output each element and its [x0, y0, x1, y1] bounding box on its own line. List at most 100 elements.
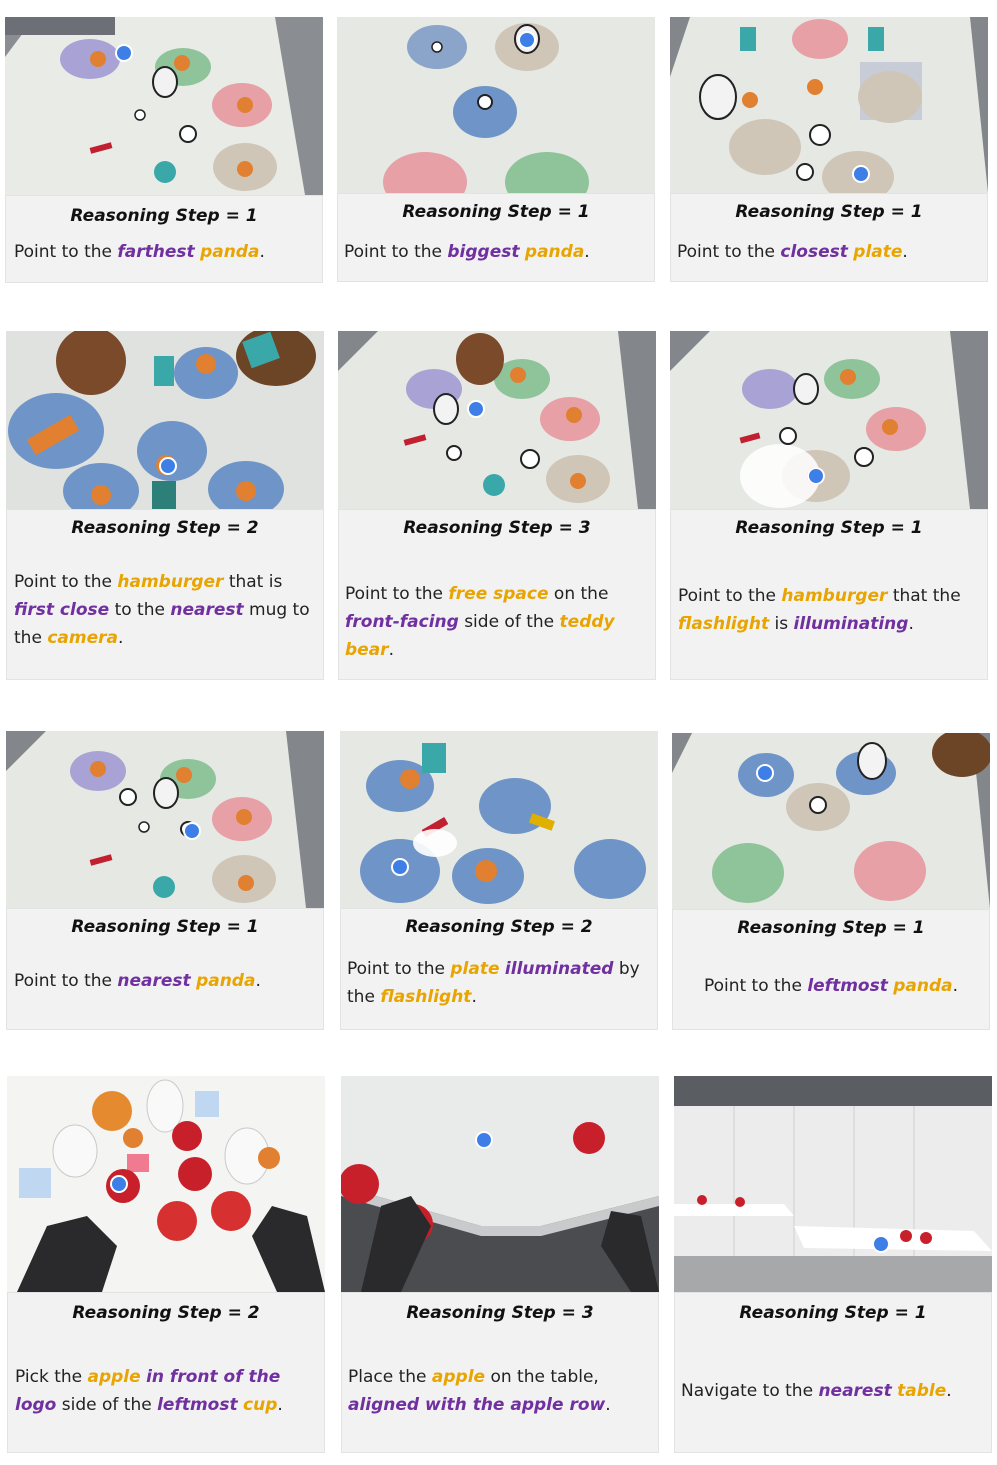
highlight-attribute: nearest [170, 600, 244, 620]
card-4: Reasoning Step = 2 Point to the hamburge… [6, 331, 324, 680]
instruction-segment: that is [223, 572, 283, 592]
caption-box: Reasoning Step = 3 Point to the free spa… [338, 509, 656, 680]
tabletop-scene-image [338, 331, 656, 509]
caption-box: Reasoning Step = 2 Point to the hamburge… [6, 509, 324, 680]
highlight-object: cup [243, 1395, 278, 1415]
instruction-text: Point to the nearest panda. [14, 967, 319, 995]
scene-image [6, 731, 324, 908]
scene-image [340, 731, 658, 908]
caption-box: Reasoning Step = 2 Pick the apple in fro… [7, 1292, 325, 1453]
target-point [183, 822, 201, 840]
instruction-segment: on the [548, 584, 609, 604]
highlight-object: hamburger [781, 586, 888, 606]
highlight-attribute: aligned with the apple row [348, 1395, 606, 1415]
instruction-text: Point to the farthest panda. [14, 238, 316, 266]
card-11: Reasoning Step = 3 Place the apple on th… [341, 1076, 659, 1453]
scene-image [337, 17, 655, 193]
instruction-segment: . [277, 1395, 283, 1415]
card-7: Reasoning Step = 1 Point to the nearest … [6, 731, 324, 1030]
instruction-segment: Point to the [347, 959, 451, 979]
navigation-scene-image [674, 1076, 992, 1292]
reasoning-step-label: Reasoning Step = 1 [71, 917, 259, 937]
caption-box: Reasoning Step = 1 Point to the nearest … [6, 908, 324, 1030]
tabletop-scene-image [337, 17, 655, 193]
target-point [475, 1131, 493, 1149]
card-10: Reasoning Step = 2 Pick the apple in fro… [7, 1076, 325, 1453]
instruction-segment: . [117, 628, 124, 648]
reasoning-step-label: Reasoning Step = 2 [71, 518, 259, 538]
reasoning-step-label: Reasoning Step = 2 [405, 917, 593, 937]
tabletop-scene-image [6, 331, 324, 509]
instruction-segment: Point to the [345, 584, 449, 604]
card-12: Reasoning Step = 1 Navigate to the neare… [674, 1076, 992, 1453]
highlight-attribute: leftmost [157, 1395, 238, 1415]
target-point [872, 1235, 890, 1253]
card-2: Reasoning Step = 1 Point to the biggest … [337, 17, 655, 282]
target-point [807, 467, 825, 485]
target-point [756, 764, 774, 782]
instruction-text: Place the apple on the table, aligned wi… [348, 1363, 652, 1419]
highlight-attribute: nearest [117, 971, 191, 991]
highlight-object: flashlight [380, 987, 472, 1007]
card-5: Reasoning Step = 3 Point to the free spa… [338, 331, 656, 680]
highlight-object: plate [450, 959, 500, 979]
instruction-segment: . [946, 1381, 952, 1401]
highlight-object: camera [47, 628, 118, 648]
scene-image [672, 733, 990, 909]
highlight-object: panda [196, 971, 256, 991]
instruction-text: Point to the biggest panda. [344, 238, 648, 266]
caption-box: Reasoning Step = 3 Place the apple on th… [341, 1292, 659, 1453]
instruction-segment: . [902, 242, 908, 262]
instruction-text: Point to the leftmost panda. [679, 972, 983, 1000]
instruction-text: Point to the hamburger that is first clo… [14, 568, 317, 652]
instruction-segment: . [255, 971, 261, 991]
scene-image [6, 331, 324, 509]
instruction-segment: Pick the [15, 1367, 88, 1387]
instruction-segment: is [769, 614, 794, 634]
target-point [159, 457, 177, 475]
target-point [518, 31, 536, 49]
instruction-segment: Place the [348, 1367, 432, 1387]
caption-box: Reasoning Step = 1 Point to the biggest … [337, 193, 655, 282]
instruction-segment: Point to the [14, 971, 118, 991]
scene-image [338, 331, 656, 509]
scene-image [7, 1076, 325, 1292]
highlight-object: apple [431, 1367, 486, 1387]
highlight-object: hamburger [117, 572, 224, 592]
instruction-segment: . [908, 614, 914, 634]
instruction-segment: . [584, 242, 590, 262]
target-point [391, 858, 409, 876]
reasoning-step-label: Reasoning Step = 1 [737, 918, 925, 938]
reasoning-step-label: Reasoning Step = 1 [70, 206, 258, 226]
card-9: Reasoning Step = 1 Point to the leftmost… [672, 733, 990, 1030]
highlight-object: free space [448, 584, 549, 604]
instruction-text: Point to the free space on the front-fac… [345, 580, 651, 664]
target-point [852, 165, 870, 183]
instruction-segment: . [259, 242, 265, 262]
card-3: Reasoning Step = 1 Point to the closest … [670, 17, 988, 282]
instruction-segment: Point to the [677, 242, 781, 262]
reasoning-step-label: Reasoning Step = 1 [402, 202, 590, 222]
highlight-attribute: leftmost [807, 976, 888, 996]
highlight-attribute: closest [780, 242, 848, 262]
caption-box: Reasoning Step = 1 Navigate to the neare… [674, 1292, 992, 1453]
highlight-attribute: front-facing [345, 612, 459, 632]
tabletop-scene-image [340, 731, 658, 908]
target-point [110, 1175, 128, 1193]
reasoning-step-label: Reasoning Step = 1 [739, 1303, 927, 1323]
highlight-attribute: biggest [447, 242, 520, 262]
tabletop-scene-image [6, 731, 324, 908]
highlight-object: panda [200, 242, 260, 262]
instruction-segment: . [471, 987, 477, 1007]
scene-image [670, 331, 988, 509]
target-point [467, 400, 485, 418]
caption-box: Reasoning Step = 1 Point to the farthest… [5, 195, 323, 283]
highlight-attribute: illuminating [793, 614, 909, 634]
highlight-attribute: first close [14, 600, 110, 620]
instruction-segment: Point to the [14, 242, 118, 262]
caption-box: Reasoning Step = 2 Point to the plate il… [340, 908, 658, 1030]
highlight-object: panda [893, 976, 953, 996]
reasoning-step-label: Reasoning Step = 1 [735, 518, 923, 538]
scene-image [674, 1076, 992, 1292]
instruction-text: Pick the apple in front of the logo side… [15, 1363, 318, 1419]
